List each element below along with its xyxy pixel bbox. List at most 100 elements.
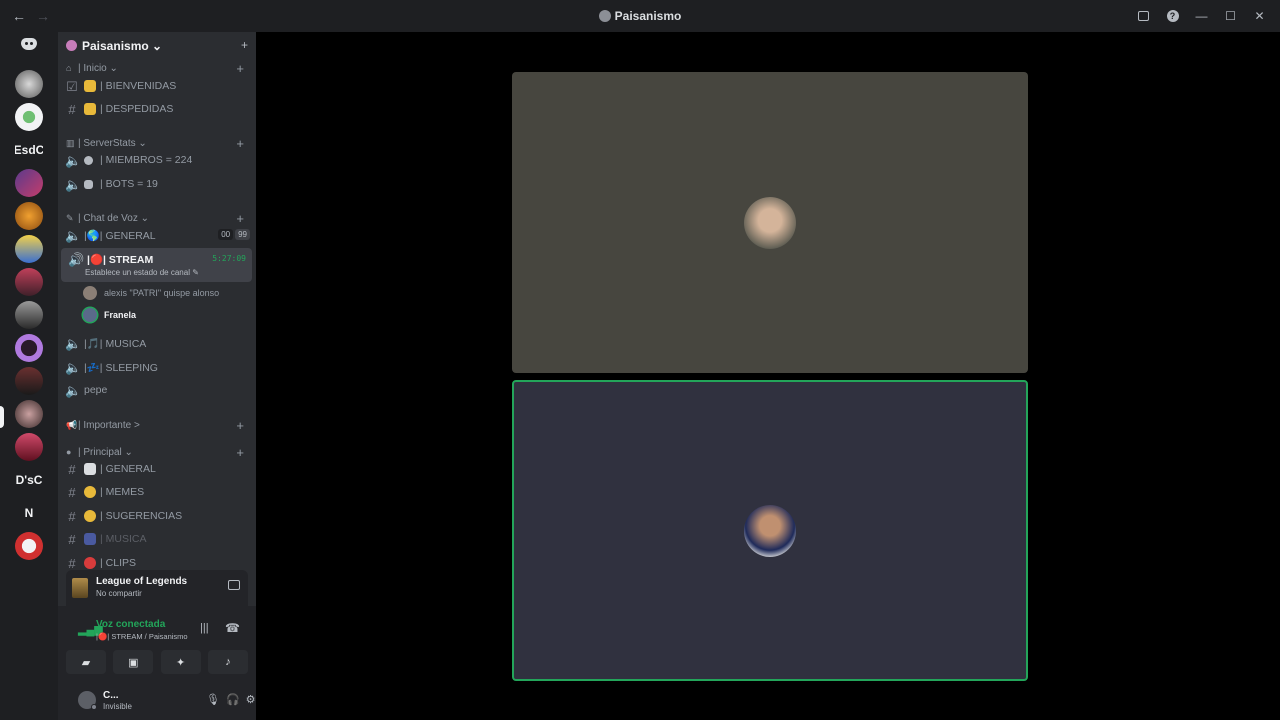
locked-speaker-icon: 🔈 [65, 383, 82, 398]
server-icon-10[interactable] [15, 367, 43, 395]
server-header[interactable]: Paisanismo ⌄ + [58, 32, 256, 58]
close-button[interactable]: ✕ [1245, 6, 1274, 26]
category-label: | Inicio ⌄ [78, 63, 118, 74]
channel-musica-voice[interactable]: 🔈 |🎵| MUSICA [58, 332, 256, 354]
activity-title: League of Legends [96, 576, 188, 587]
server-icon-4[interactable] [15, 169, 43, 197]
channel-label: | DESPEDIDAS [100, 103, 174, 115]
server-icon-15[interactable] [15, 532, 43, 560]
hand-emoji-icon [84, 103, 96, 115]
speaker-icon: 🔈 [65, 360, 82, 375]
user-name[interactable]: C... [103, 690, 119, 701]
microphone-icon[interactable]: 🎙 [206, 693, 220, 706]
voice-user[interactable]: alexis "PATRI" quispe alonso [80, 283, 250, 303]
channel-general-text[interactable]: # | GENERAL [58, 458, 256, 480]
channel-pepe[interactable]: 🔈 pepe [58, 379, 256, 401]
minimize-button[interactable]: — [1187, 6, 1216, 26]
channel-sleeping[interactable]: 🔈 |💤| SLEEPING [58, 356, 256, 378]
gear-icon[interactable]: ⚙ [246, 693, 256, 706]
hash-icon: # [68, 462, 76, 477]
status-indicator [91, 704, 97, 710]
voice-action-buttons: ▰ ▣ ✦ ♪ [66, 650, 248, 674]
channel-label: | GENERAL [100, 463, 156, 475]
camera-off-button[interactable]: ▰ [66, 650, 106, 674]
category-label: | Chat de Voz ⌄ [78, 213, 150, 224]
server-rail: EsdC D'sC N [0, 32, 58, 720]
channel-status-prompt[interactable]: Establece un estado de canal ✎ [85, 268, 199, 277]
server-icon-9[interactable] [15, 334, 43, 362]
soundboard-icon: ♪ [225, 656, 231, 668]
megaphone-icon: 📢 [66, 420, 78, 430]
participant-avatar [744, 196, 796, 249]
channel-label: pepe [84, 384, 108, 396]
user-panel: C... Invisible 🎙 🎧 ⚙ [58, 680, 256, 720]
channel-miembros[interactable]: 🔈 | MIEMBROS = 224 [58, 149, 256, 171]
activities-button[interactable]: ✦ [160, 650, 201, 674]
screen-share-icon: ▣ [128, 656, 139, 669]
channel-bots[interactable]: 🔈 | BOTS = 19 [58, 173, 256, 195]
share-screen-icon[interactable] [228, 580, 240, 590]
category-label: | Importante > [78, 420, 140, 431]
noise-suppression-icon[interactable]: ||| [200, 622, 209, 634]
server-icon-dsc[interactable]: D'sC [15, 466, 43, 494]
discord-home-icon[interactable] [21, 38, 37, 50]
server-icon-6[interactable] [15, 235, 43, 263]
disconnect-icon[interactable]: ☎ [225, 621, 240, 635]
voice-user[interactable]: Franela [80, 305, 250, 325]
microphone-icon: ✎ [66, 213, 74, 223]
title-bar: ← → Paisanismo ? — ☐ ✕ [0, 0, 1280, 32]
inbox-icon [1138, 11, 1149, 21]
participant-tile[interactable] [512, 72, 1028, 373]
create-channel-icon[interactable]: + [236, 418, 244, 433]
channel-general-voice[interactable]: 🔈 |🌎| GENERAL 00 99 [58, 224, 256, 246]
server-icon-12[interactable] [15, 433, 43, 461]
participant-tile-speaking[interactable] [512, 380, 1028, 681]
channel-label: |🌎| GENERAL [84, 230, 156, 242]
voice-channel-path[interactable]: |🔴| STREAM / Paisanismo [96, 632, 188, 641]
help-icon: ? [1166, 10, 1179, 22]
voice-timer: 5:27:09 [212, 254, 246, 263]
soundboard-button[interactable]: ♪ [207, 650, 248, 674]
channel-bienvenidas[interactable]: ☑ | BIENVENIDAS [58, 75, 256, 97]
server-icon-1[interactable] [15, 70, 43, 98]
channel-label: |🎵| MUSICA [84, 338, 147, 350]
channel-label: |🔴| STREAM [87, 254, 154, 266]
help-button[interactable]: ? [1158, 6, 1187, 26]
avatar [83, 308, 97, 322]
channel-memes[interactable]: # | MEMES [58, 481, 256, 503]
hash-icon: # [68, 102, 76, 117]
channel-sugerencias[interactable]: # | SUGERENCIAS [58, 505, 256, 527]
server-icon-paisanismo[interactable] [15, 400, 43, 428]
server-icon-2[interactable] [15, 103, 43, 131]
user-status: Invisible [103, 702, 132, 711]
voice-active-icon: 🔊 [68, 252, 85, 267]
channel-stream-voice[interactable]: 🔊 |🔴| STREAM 5:27:09 Establece un estado… [61, 248, 252, 282]
selected-server-pill [0, 406, 4, 428]
rules-channel-icon: ☑ [66, 79, 78, 94]
channel-musica-text[interactable]: # | MUSICA [58, 528, 256, 550]
game-icon [72, 578, 88, 598]
category-importante[interactable]: 📢 | Importante > + [58, 415, 256, 437]
maximize-button[interactable]: ☐ [1216, 6, 1245, 26]
invite-people-icon[interactable]: + [241, 38, 248, 52]
voice-connection-panel: ▂▄▆ Voz conectada |🔴| STREAM / Paisanism… [58, 606, 256, 680]
server-icon-5[interactable] [15, 202, 43, 230]
server-icon-7[interactable] [15, 268, 43, 296]
headphones-icon[interactable]: 🎧 [226, 693, 240, 706]
server-icon-n[interactable]: N [15, 499, 43, 527]
voice-status[interactable]: Voz conectada [96, 619, 165, 630]
server-icon-esdc[interactable]: EsdC [15, 136, 43, 164]
channel-despedidas[interactable]: # | DESPEDIDAS [58, 98, 256, 120]
channel-label: | MIEMBROS = 224 [100, 154, 193, 166]
inbox-button[interactable] [1129, 6, 1158, 26]
server-icon-8[interactable] [15, 301, 43, 329]
hash-icon: # [68, 556, 76, 571]
user-controls: 🎙 🎧 ⚙ [206, 693, 256, 706]
activity-panel: League of Legends No compartir [66, 570, 248, 606]
screen-share-button[interactable]: ▣ [113, 650, 154, 674]
cat-emoji-icon [84, 486, 96, 498]
activity-subtitle: No compartir [96, 589, 142, 598]
hash-icon: # [68, 532, 76, 547]
create-channel-icon[interactable]: + [236, 61, 244, 76]
activities-icon: ✦ [176, 656, 186, 669]
